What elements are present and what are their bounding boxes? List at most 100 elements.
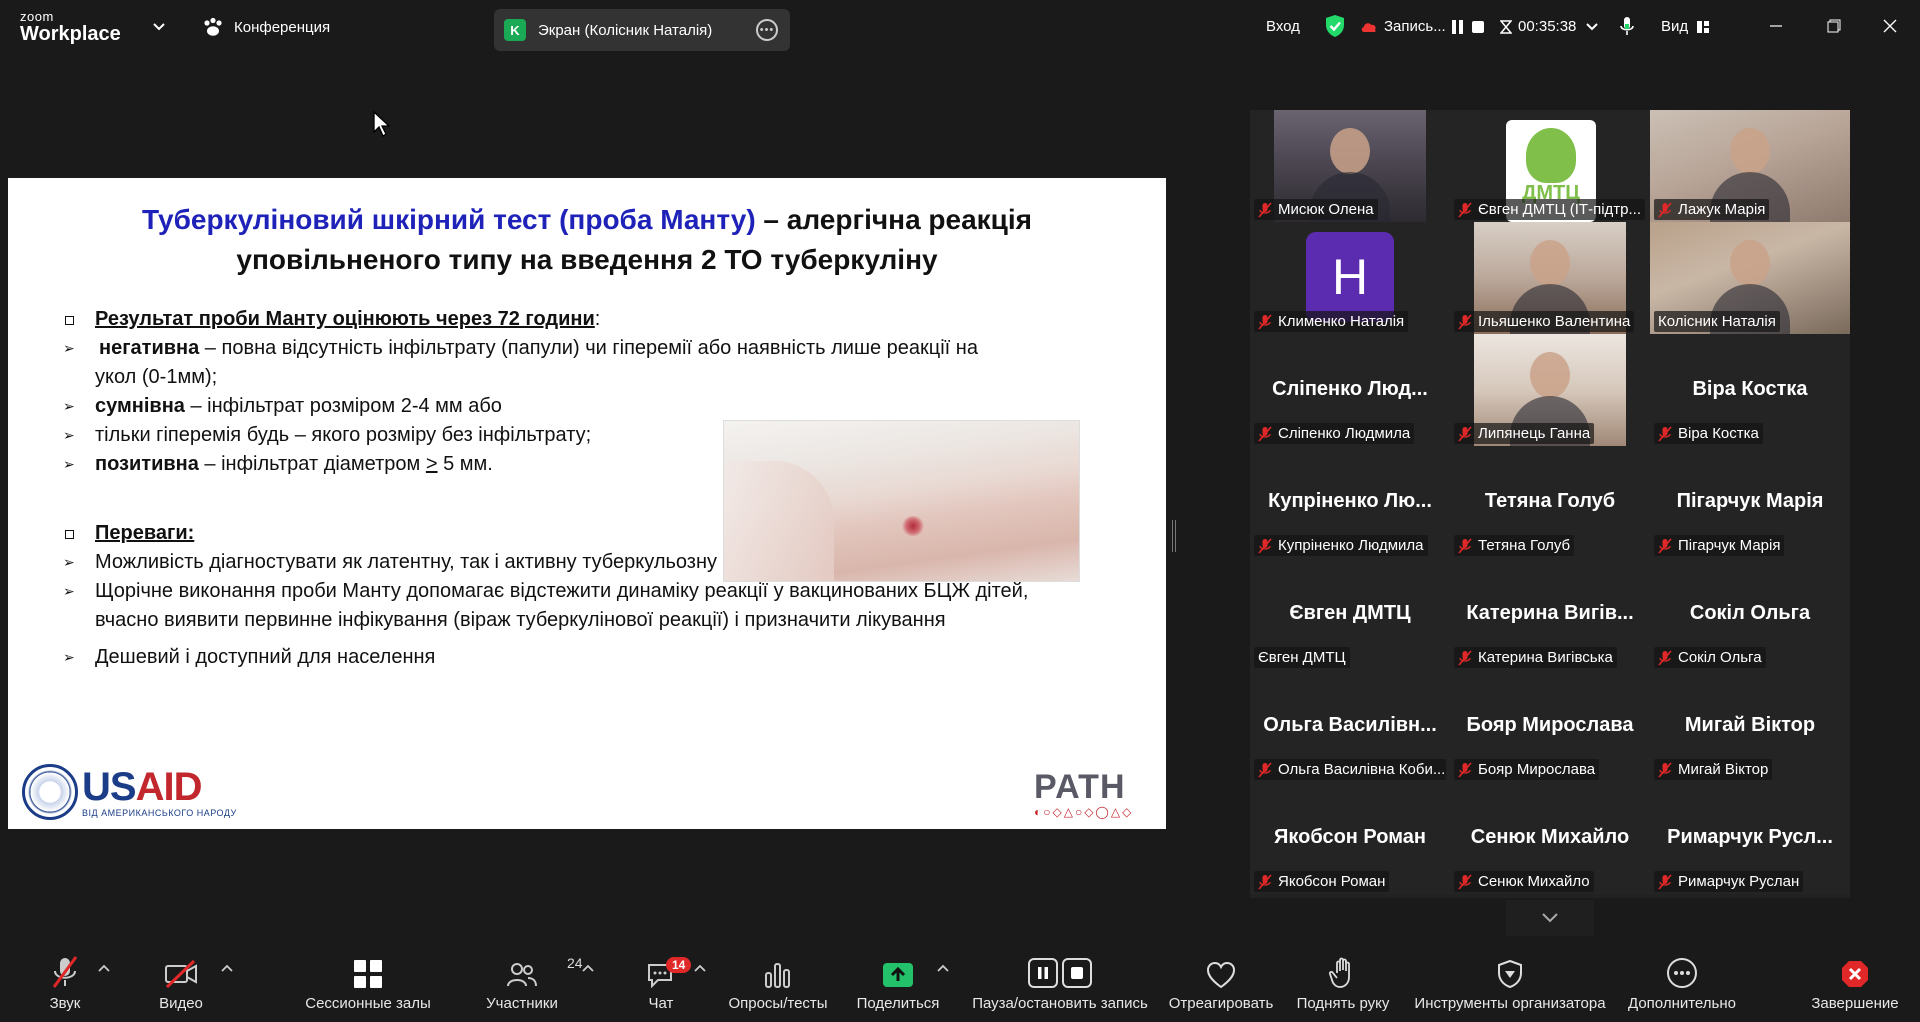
share-screen-indicator[interactable]: K Экран (Колісник Наталія) •••: [494, 9, 790, 51]
end-meeting-button[interactable]: Завершение: [1810, 945, 1900, 1022]
panel-splitter-handle[interactable]: [1172, 520, 1176, 552]
participant-label-text: Сенюк Михайло: [1478, 873, 1590, 890]
participant-label-text: Лажук Марія: [1678, 201, 1766, 218]
participant-name-display: Бояр Мирослава: [1466, 714, 1634, 736]
slide-title-line2: уповільненого типу на введення 2 ТО тубе…: [236, 244, 938, 275]
share-label: Поделиться: [856, 995, 940, 1012]
participant-tile[interactable]: Сокіл Ольга Сокіл Ольга: [1650, 558, 1850, 670]
microphone-muted-icon: [1658, 537, 1672, 554]
participant-tile[interactable]: ДМТЦ Євген ДМТЦ (ІТ-підтр...: [1450, 110, 1650, 222]
shared-screen-slide: Туберкуліновий шкірний тест (проба Манту…: [8, 178, 1166, 829]
participant-name-display: Сокіл Ольга: [1689, 602, 1811, 624]
square-bullet-icon: [65, 316, 74, 325]
participant-tile[interactable]: Мисюк Олена: [1250, 110, 1450, 222]
microphone-muted-icon: [1458, 761, 1472, 778]
participant-tile[interactable]: Сліпенко Люд... Сліпенко Людмила: [1250, 334, 1450, 446]
polls-button[interactable]: Опросы/тесты: [726, 945, 830, 1022]
microphone-muted-icon: [1458, 425, 1472, 442]
participant-tile[interactable]: Мигай Віктор Мигай Віктор: [1650, 670, 1850, 782]
raise-hand-button[interactable]: Поднять руку: [1292, 945, 1394, 1022]
host-tools-button[interactable]: Инструменты организатора: [1410, 945, 1610, 1022]
participant-label-text: Сліпенко Людмила: [1278, 425, 1411, 442]
participant-tile[interactable]: Ольга Василівн... Ольга Василівна Коби...: [1250, 670, 1450, 782]
participant-label: Сенюк Михайло: [1454, 871, 1594, 892]
shield-check-icon[interactable]: [1324, 14, 1346, 38]
recording-indicator[interactable]: Запись...: [1360, 18, 1446, 35]
participant-label: Віра Костка: [1654, 423, 1763, 444]
enter-button[interactable]: Вход: [1266, 18, 1300, 35]
participant-tile[interactable]: H Клименко Наталія: [1250, 222, 1450, 334]
participant-tile[interactable]: Липянець Ганна: [1450, 334, 1650, 446]
participant-tile[interactable]: Катерина Вигів... Катерина Вигівська: [1450, 558, 1650, 670]
participant-label: Липянець Ганна: [1454, 423, 1595, 444]
slide-title-part: – алергічна реакція: [755, 204, 1033, 235]
video-button[interactable]: Видео: [156, 945, 206, 1022]
top-bar: zoom Workplace Конференция K Экран (Колі…: [0, 0, 1920, 54]
participant-tile[interactable]: Лажук Марія: [1650, 110, 1850, 222]
participants-button[interactable]: 24 Участники: [484, 945, 582, 1022]
participant-name-display: Сенюк Михайло: [1470, 826, 1630, 848]
audio-options-caret-icon[interactable]: [98, 963, 110, 973]
arrow-bullet-icon: ➢: [63, 554, 75, 570]
zoom-logo[interactable]: zoom Workplace: [20, 10, 121, 44]
view-menu[interactable]: Вид: [1661, 18, 1710, 35]
participant-name-display: Купріненко Лю...: [1268, 490, 1432, 512]
colon: :: [594, 308, 601, 330]
audio-label: Звук: [49, 995, 81, 1012]
chat-options-caret-icon[interactable]: [694, 963, 706, 973]
close-window-icon[interactable]: [1878, 14, 1902, 38]
pause-recording-icon[interactable]: [1450, 19, 1466, 35]
participant-label: Євген ДМТЦ: [1254, 647, 1350, 668]
conference-label: Конференция: [234, 18, 331, 36]
list-item: ➢ Щорічне виконання проби Манту допомага…: [63, 577, 1123, 635]
audio-button[interactable]: Звук: [40, 945, 90, 1022]
more-options-icon[interactable]: •••: [756, 19, 778, 41]
participant-tile[interactable]: Пігарчук Марія Пігарчук Марія: [1650, 446, 1850, 558]
participant-tile[interactable]: Колісник Наталія: [1650, 222, 1850, 334]
participant-name-display: Якобсон Роман: [1274, 826, 1426, 848]
chat-button[interactable]: 14 Чат: [644, 945, 692, 1022]
microphone-muted-icon: [1458, 201, 1472, 218]
mantoux-arm-photo: [723, 420, 1080, 582]
participant-tile[interactable]: Купріненко Лю... Купріненко Людмила: [1250, 446, 1450, 558]
mouse-cursor-icon: [373, 110, 390, 137]
minimize-window-icon[interactable]: [1764, 14, 1788, 38]
video-options-caret-icon[interactable]: [221, 963, 233, 973]
microphone-muted-icon: [1458, 649, 1472, 666]
participant-label-text: Мисюк Олена: [1278, 201, 1374, 218]
participant-tile[interactable]: Якобсон Роман Якобсон Роман: [1250, 782, 1450, 894]
breakout-rooms-button[interactable]: Сессионные залы: [305, 945, 431, 1022]
positive-text-end: 5 мм.: [437, 453, 493, 475]
share-screen-button[interactable]: Поделиться: [856, 945, 940, 1022]
participant-tile[interactable]: Віра Костка Віра Костка: [1650, 334, 1850, 446]
negative-text: – повна відсутність інфільтрату (папули)…: [95, 337, 978, 388]
participant-tile[interactable]: Сенюк Михайло Сенюк Михайло: [1450, 782, 1650, 894]
participant-tile[interactable]: Тетяна Голуб Тетяна Голуб: [1450, 446, 1650, 558]
advantage-1: Можливість діагностувати як латентну, та…: [95, 551, 806, 573]
more-dots-icon: [1667, 958, 1697, 988]
reactions-button[interactable]: Отреагировать: [1168, 945, 1274, 1022]
restore-window-icon[interactable]: [1822, 14, 1846, 38]
record-control-label: Пауза/остановить запись: [972, 995, 1148, 1012]
participant-label: Сокіл Ольга: [1654, 647, 1766, 668]
stop-recording-icon[interactable]: [1470, 19, 1486, 35]
participant-label-text: Євген ДМТЦ (ІТ-підтр...: [1478, 201, 1642, 218]
conference-menu[interactable]: Конференция: [202, 17, 330, 37]
microphone-muted-icon: [1258, 537, 1272, 554]
participants-options-caret-icon[interactable]: [582, 963, 594, 973]
photo-reaction-spot: [902, 516, 924, 536]
chevron-down-icon[interactable]: [152, 20, 166, 34]
polls-label: Опросы/тесты: [728, 995, 828, 1012]
microphone-icon[interactable]: [1618, 16, 1636, 38]
participant-tile[interactable]: Бояр Мирослава Бояр Мирослава: [1450, 670, 1650, 782]
participant-tile[interactable]: Євген ДМТЦ Євген ДМТЦ: [1250, 558, 1450, 670]
gallery-next-page-button[interactable]: [1506, 900, 1594, 936]
microphone-muted-icon: [1458, 313, 1472, 330]
host-shield-icon: [1498, 959, 1522, 989]
share-options-caret-icon[interactable]: [937, 963, 949, 973]
more-button[interactable]: Дополнительно: [1624, 945, 1740, 1022]
participant-tile[interactable]: Римарчук Русл... Римарчук Руслан: [1650, 782, 1850, 894]
pause-stop-recording-button[interactable]: Пауза/остановить запись: [970, 945, 1150, 1022]
meeting-timer[interactable]: 00:35:38: [1500, 18, 1599, 35]
participant-tile[interactable]: Ільяшенко Валентина: [1450, 222, 1650, 334]
